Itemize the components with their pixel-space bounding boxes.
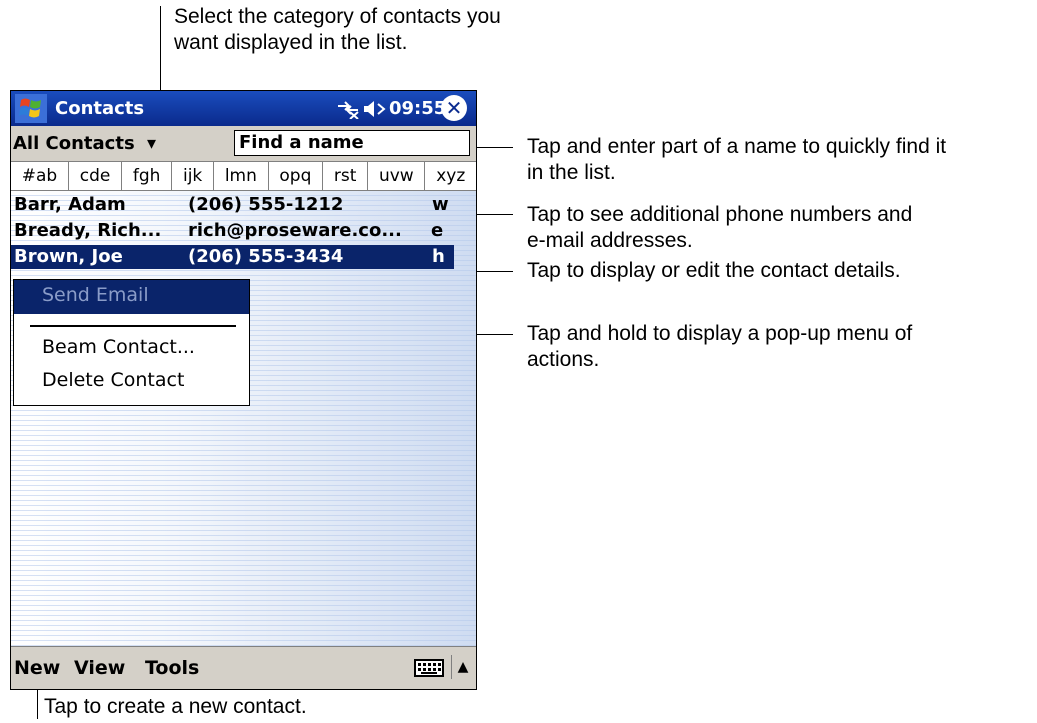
callout-category: Select the category of contacts you want… [174, 5, 501, 54]
contact-list[interactable]: Barr, Adam (206) 555-1212 w Bready, Rich… [11, 191, 476, 646]
clock[interactable]: 09:55 [389, 98, 446, 119]
new-menu[interactable]: New [14, 657, 60, 679]
alpha-tab-rst[interactable]: rst [323, 162, 369, 190]
contact-type[interactable]: e [431, 220, 443, 241]
category-dropdown[interactable]: All Contacts ▾ [13, 133, 156, 154]
contact-detail: rich@proseware.co... [188, 220, 402, 241]
menu-bar: New View Tools ▲ [11, 646, 476, 689]
alpha-tab-xyz[interactable]: xyz [425, 162, 476, 190]
app-title: Contacts [55, 98, 145, 119]
contact-detail: (206) 555-3434 [188, 246, 344, 267]
view-menu[interactable]: View [74, 657, 125, 679]
callout-new: Tap to create a new contact. [44, 695, 307, 718]
alpha-tab-fgh[interactable]: fgh [122, 162, 173, 190]
alpha-tab-opq[interactable]: opq [269, 162, 324, 190]
contact-popup-menu: Send Email Beam Contact... Delete Contac… [13, 279, 250, 406]
chevron-down-icon: ▾ [146, 133, 156, 154]
callout-line-new [37, 686, 38, 719]
callout-phone: Tap to see additional phone numbers and … [527, 203, 913, 252]
contact-row-barr[interactable]: Barr, Adam (206) 555-1212 w [11, 193, 454, 217]
menu-send-email[interactable]: Send Email [14, 280, 249, 314]
category-label: All Contacts [13, 133, 135, 154]
contact-row-bready[interactable]: Bready, Rich... rich@proseware.co... e [11, 219, 454, 243]
contact-name: Bready, Rich... [14, 220, 162, 241]
contact-type[interactable]: h [432, 246, 445, 267]
keyboard-icon[interactable] [414, 659, 444, 681]
connectivity-icon[interactable] [336, 99, 360, 123]
menu-delete-contact[interactable]: Delete Contact [42, 369, 184, 391]
find-name-input[interactable]: Find a name [234, 130, 470, 156]
windows-start-icon[interactable] [15, 94, 47, 123]
tools-menu[interactable]: Tools [145, 657, 199, 679]
contact-row-brown[interactable]: Brown, Joe (206) 555-3434 h [11, 245, 454, 269]
speaker-icon[interactable] [363, 100, 387, 122]
menu-separator [30, 325, 236, 327]
callout-find: Tap and enter part of a name to quickly … [527, 135, 947, 184]
alpha-tab-lmn[interactable]: lmn [214, 162, 269, 190]
contact-name: Barr, Adam [14, 194, 126, 215]
callout-hold: Tap and hold to display a pop-up menu of… [527, 322, 913, 371]
contact-detail: (206) 555-1212 [188, 194, 344, 215]
contact-type[interactable]: w [432, 194, 449, 215]
pocket-pc-screen: Contacts 09:55 ✕ All Contacts ▾ Find a n… [10, 90, 477, 690]
alpha-tab-cde[interactable]: cde [69, 162, 123, 190]
alphabet-tabs: #ab cde fgh ijk lmn opq rst uvw xyz [11, 161, 476, 191]
menu-beam-contact[interactable]: Beam Contact... [42, 336, 195, 358]
title-bar: Contacts 09:55 ✕ [11, 91, 476, 126]
alpha-tab-ijk[interactable]: ijk [172, 162, 215, 190]
callout-details: Tap to display or edit the contact detai… [527, 259, 901, 282]
alpha-tab-uvw[interactable]: uvw [368, 162, 426, 190]
contact-name: Brown, Joe [14, 246, 123, 267]
sip-arrow-button[interactable]: ▲ [451, 655, 474, 679]
contacts-toolbar: All Contacts ▾ Find a name [11, 126, 476, 161]
close-icon[interactable]: ✕ [441, 95, 467, 121]
alpha-tab-hashab[interactable]: #ab [11, 162, 69, 190]
